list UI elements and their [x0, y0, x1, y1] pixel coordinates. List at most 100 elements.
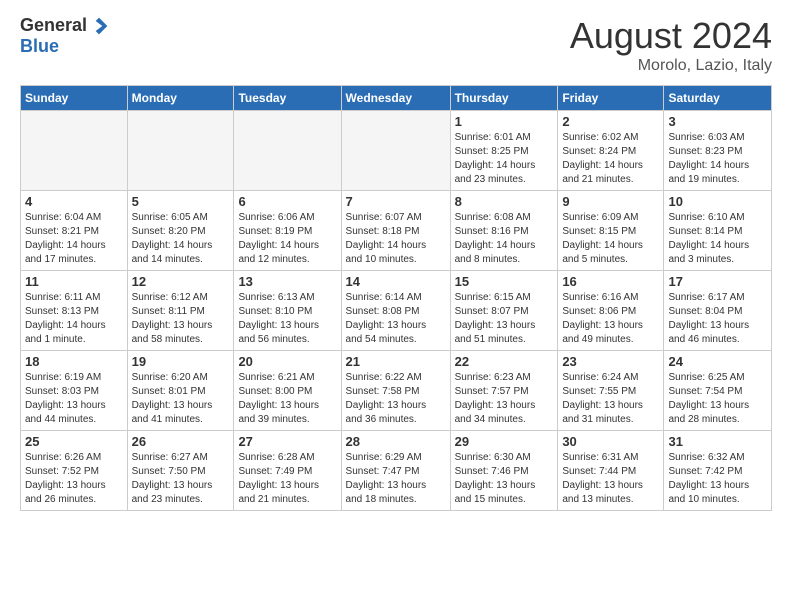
- day-cell: 14 Sunrise: 6:14 AM Sunset: 8:08 PM Dayli…: [341, 271, 450, 351]
- day-info: Sunrise: 6:08 AM Sunset: 8:16 PM Dayligh…: [455, 211, 554, 267]
- day-info: Sunrise: 6:13 AM Sunset: 8:10 PM Dayligh…: [238, 291, 336, 347]
- day-info: Sunrise: 6:09 AM Sunset: 8:15 PM Dayligh…: [562, 211, 659, 267]
- day-number: 3: [668, 114, 767, 129]
- day-number: 13: [238, 274, 336, 289]
- col-saturday: Saturday: [664, 86, 772, 111]
- day-cell: 2 Sunrise: 6:02 AM Sunset: 8:24 PM Daylig…: [558, 111, 664, 191]
- day-info: Sunrise: 6:16 AM Sunset: 8:06 PM Dayligh…: [562, 291, 659, 347]
- day-info: Sunrise: 6:10 AM Sunset: 8:14 PM Dayligh…: [668, 211, 767, 267]
- week-row-1: 1Sunrise: 6:01 AM Sunset: 8:25 PM Daylig…: [21, 111, 772, 191]
- day-info: Sunrise: 6:28 AM Sunset: 7:49 PM Dayligh…: [238, 451, 336, 507]
- day-cell: [234, 111, 341, 191]
- day-cell: 25 Sunrise: 6:26 AM Sunset: 7:52 PM Dayli…: [21, 431, 128, 511]
- day-cell: 17Sunrise: 6:17 AM Sunset: 8:04 PM Dayli…: [664, 271, 772, 351]
- day-cell: 18 Sunrise: 6:19 AM Sunset: 8:03 PM Dayli…: [21, 351, 128, 431]
- week-row-5: 25 Sunrise: 6:26 AM Sunset: 7:52 PM Dayli…: [21, 431, 772, 511]
- day-cell: 22 Sunrise: 6:23 AM Sunset: 7:57 PM Dayli…: [450, 351, 558, 431]
- day-number: 26: [132, 434, 230, 449]
- day-info: Sunrise: 6:26 AM Sunset: 7:52 PM Dayligh…: [25, 451, 123, 507]
- day-info: Sunrise: 6:24 AM Sunset: 7:55 PM Dayligh…: [562, 371, 659, 427]
- day-info: Sunrise: 6:22 AM Sunset: 7:58 PM Dayligh…: [346, 371, 446, 427]
- day-info: Sunrise: 6:07 AM Sunset: 8:18 PM Dayligh…: [346, 211, 446, 267]
- day-cell: [21, 111, 128, 191]
- day-info: Sunrise: 6:20 AM Sunset: 8:01 PM Dayligh…: [132, 371, 230, 427]
- day-cell: [127, 111, 234, 191]
- day-number: 4: [25, 194, 123, 209]
- day-cell: 21Sunrise: 6:22 AM Sunset: 7:58 PM Dayli…: [341, 351, 450, 431]
- subtitle: Morolo, Lazio, Italy: [570, 57, 772, 75]
- day-cell: 26Sunrise: 6:27 AM Sunset: 7:50 PM Dayli…: [127, 431, 234, 511]
- day-number: 12: [132, 274, 230, 289]
- day-info: Sunrise: 6:31 AM Sunset: 7:44 PM Dayligh…: [562, 451, 659, 507]
- day-cell: 9 Sunrise: 6:09 AM Sunset: 8:15 PM Daylig…: [558, 191, 664, 271]
- day-number: 11: [25, 274, 123, 289]
- main-title: August 2024: [570, 15, 772, 57]
- day-number: 28: [346, 434, 446, 449]
- day-number: 27: [238, 434, 336, 449]
- day-cell: 1Sunrise: 6:01 AM Sunset: 8:25 PM Daylig…: [450, 111, 558, 191]
- day-number: 20: [238, 354, 336, 369]
- day-number: 6: [238, 194, 336, 209]
- day-info: Sunrise: 6:06 AM Sunset: 8:19 PM Dayligh…: [238, 211, 336, 267]
- day-cell: 29Sunrise: 6:30 AM Sunset: 7:46 PM Dayli…: [450, 431, 558, 511]
- day-cell: 31Sunrise: 6:32 AM Sunset: 7:42 PM Dayli…: [664, 431, 772, 511]
- day-number: 14: [346, 274, 446, 289]
- day-number: 15: [455, 274, 554, 289]
- day-cell: 5Sunrise: 6:05 AM Sunset: 8:20 PM Daylig…: [127, 191, 234, 271]
- week-row-3: 11 Sunrise: 6:11 AM Sunset: 8:13 PM Dayli…: [21, 271, 772, 351]
- title-section: August 2024 Morolo, Lazio, Italy: [570, 15, 772, 75]
- day-cell: 4 Sunrise: 6:04 AM Sunset: 8:21 PM Daylig…: [21, 191, 128, 271]
- col-sunday: Sunday: [21, 86, 128, 111]
- day-cell: 20Sunrise: 6:21 AM Sunset: 8:00 PM Dayli…: [234, 351, 341, 431]
- day-cell: 10 Sunrise: 6:10 AM Sunset: 8:14 PM Dayli…: [664, 191, 772, 271]
- day-cell: 30 Sunrise: 6:31 AM Sunset: 7:44 PM Dayli…: [558, 431, 664, 511]
- day-info: Sunrise: 6:02 AM Sunset: 8:24 PM Dayligh…: [562, 131, 659, 187]
- day-cell: [341, 111, 450, 191]
- day-number: 30: [562, 434, 659, 449]
- day-cell: 3 Sunrise: 6:03 AM Sunset: 8:23 PM Daylig…: [664, 111, 772, 191]
- day-number: 9: [562, 194, 659, 209]
- day-cell: 11 Sunrise: 6:11 AM Sunset: 8:13 PM Dayli…: [21, 271, 128, 351]
- week-row-2: 4 Sunrise: 6:04 AM Sunset: 8:21 PM Daylig…: [21, 191, 772, 271]
- col-tuesday: Tuesday: [234, 86, 341, 111]
- logo-blue-text: Blue: [20, 36, 59, 56]
- day-number: 1: [455, 114, 554, 129]
- day-number: 22: [455, 354, 554, 369]
- calendar: Sunday Monday Tuesday Wednesday Thursday…: [20, 85, 772, 511]
- day-info: Sunrise: 6:14 AM Sunset: 8:08 PM Dayligh…: [346, 291, 446, 347]
- calendar-body: 1Sunrise: 6:01 AM Sunset: 8:25 PM Daylig…: [21, 111, 772, 511]
- day-info: Sunrise: 6:11 AM Sunset: 8:13 PM Dayligh…: [25, 291, 123, 347]
- day-number: 23: [562, 354, 659, 369]
- day-cell: 24Sunrise: 6:25 AM Sunset: 7:54 PM Dayli…: [664, 351, 772, 431]
- day-cell: 15 Sunrise: 6:15 AM Sunset: 8:07 PM Dayli…: [450, 271, 558, 351]
- day-number: 2: [562, 114, 659, 129]
- logo: General Blue: [20, 15, 109, 57]
- day-info: Sunrise: 6:30 AM Sunset: 7:46 PM Dayligh…: [455, 451, 554, 507]
- col-friday: Friday: [558, 86, 664, 111]
- day-number: 19: [132, 354, 230, 369]
- day-cell: 7Sunrise: 6:07 AM Sunset: 8:18 PM Daylig…: [341, 191, 450, 271]
- col-monday: Monday: [127, 86, 234, 111]
- day-info: Sunrise: 6:12 AM Sunset: 8:11 PM Dayligh…: [132, 291, 230, 347]
- day-info: Sunrise: 6:15 AM Sunset: 8:07 PM Dayligh…: [455, 291, 554, 347]
- day-number: 25: [25, 434, 123, 449]
- day-info: Sunrise: 6:04 AM Sunset: 8:21 PM Dayligh…: [25, 211, 123, 267]
- day-info: Sunrise: 6:17 AM Sunset: 8:04 PM Dayligh…: [668, 291, 767, 347]
- day-number: 24: [668, 354, 767, 369]
- logo-general-text: General: [20, 15, 87, 36]
- header: General Blue August 2024 Morolo, Lazio, …: [20, 15, 772, 75]
- day-cell: 23 Sunrise: 6:24 AM Sunset: 7:55 PM Dayli…: [558, 351, 664, 431]
- week-row-4: 18 Sunrise: 6:19 AM Sunset: 8:03 PM Dayli…: [21, 351, 772, 431]
- calendar-header: Sunday Monday Tuesday Wednesday Thursday…: [21, 86, 772, 111]
- col-thursday: Thursday: [450, 86, 558, 111]
- day-info: Sunrise: 6:23 AM Sunset: 7:57 PM Dayligh…: [455, 371, 554, 427]
- day-number: 31: [668, 434, 767, 449]
- day-number: 18: [25, 354, 123, 369]
- day-info: Sunrise: 6:19 AM Sunset: 8:03 PM Dayligh…: [25, 371, 123, 427]
- day-cell: 12 Sunrise: 6:12 AM Sunset: 8:11 PM Dayli…: [127, 271, 234, 351]
- day-cell: 27 Sunrise: 6:28 AM Sunset: 7:49 PM Dayli…: [234, 431, 341, 511]
- day-info: Sunrise: 6:03 AM Sunset: 8:23 PM Dayligh…: [668, 131, 767, 187]
- day-info: Sunrise: 6:05 AM Sunset: 8:20 PM Dayligh…: [132, 211, 230, 267]
- day-number: 10: [668, 194, 767, 209]
- day-number: 8: [455, 194, 554, 209]
